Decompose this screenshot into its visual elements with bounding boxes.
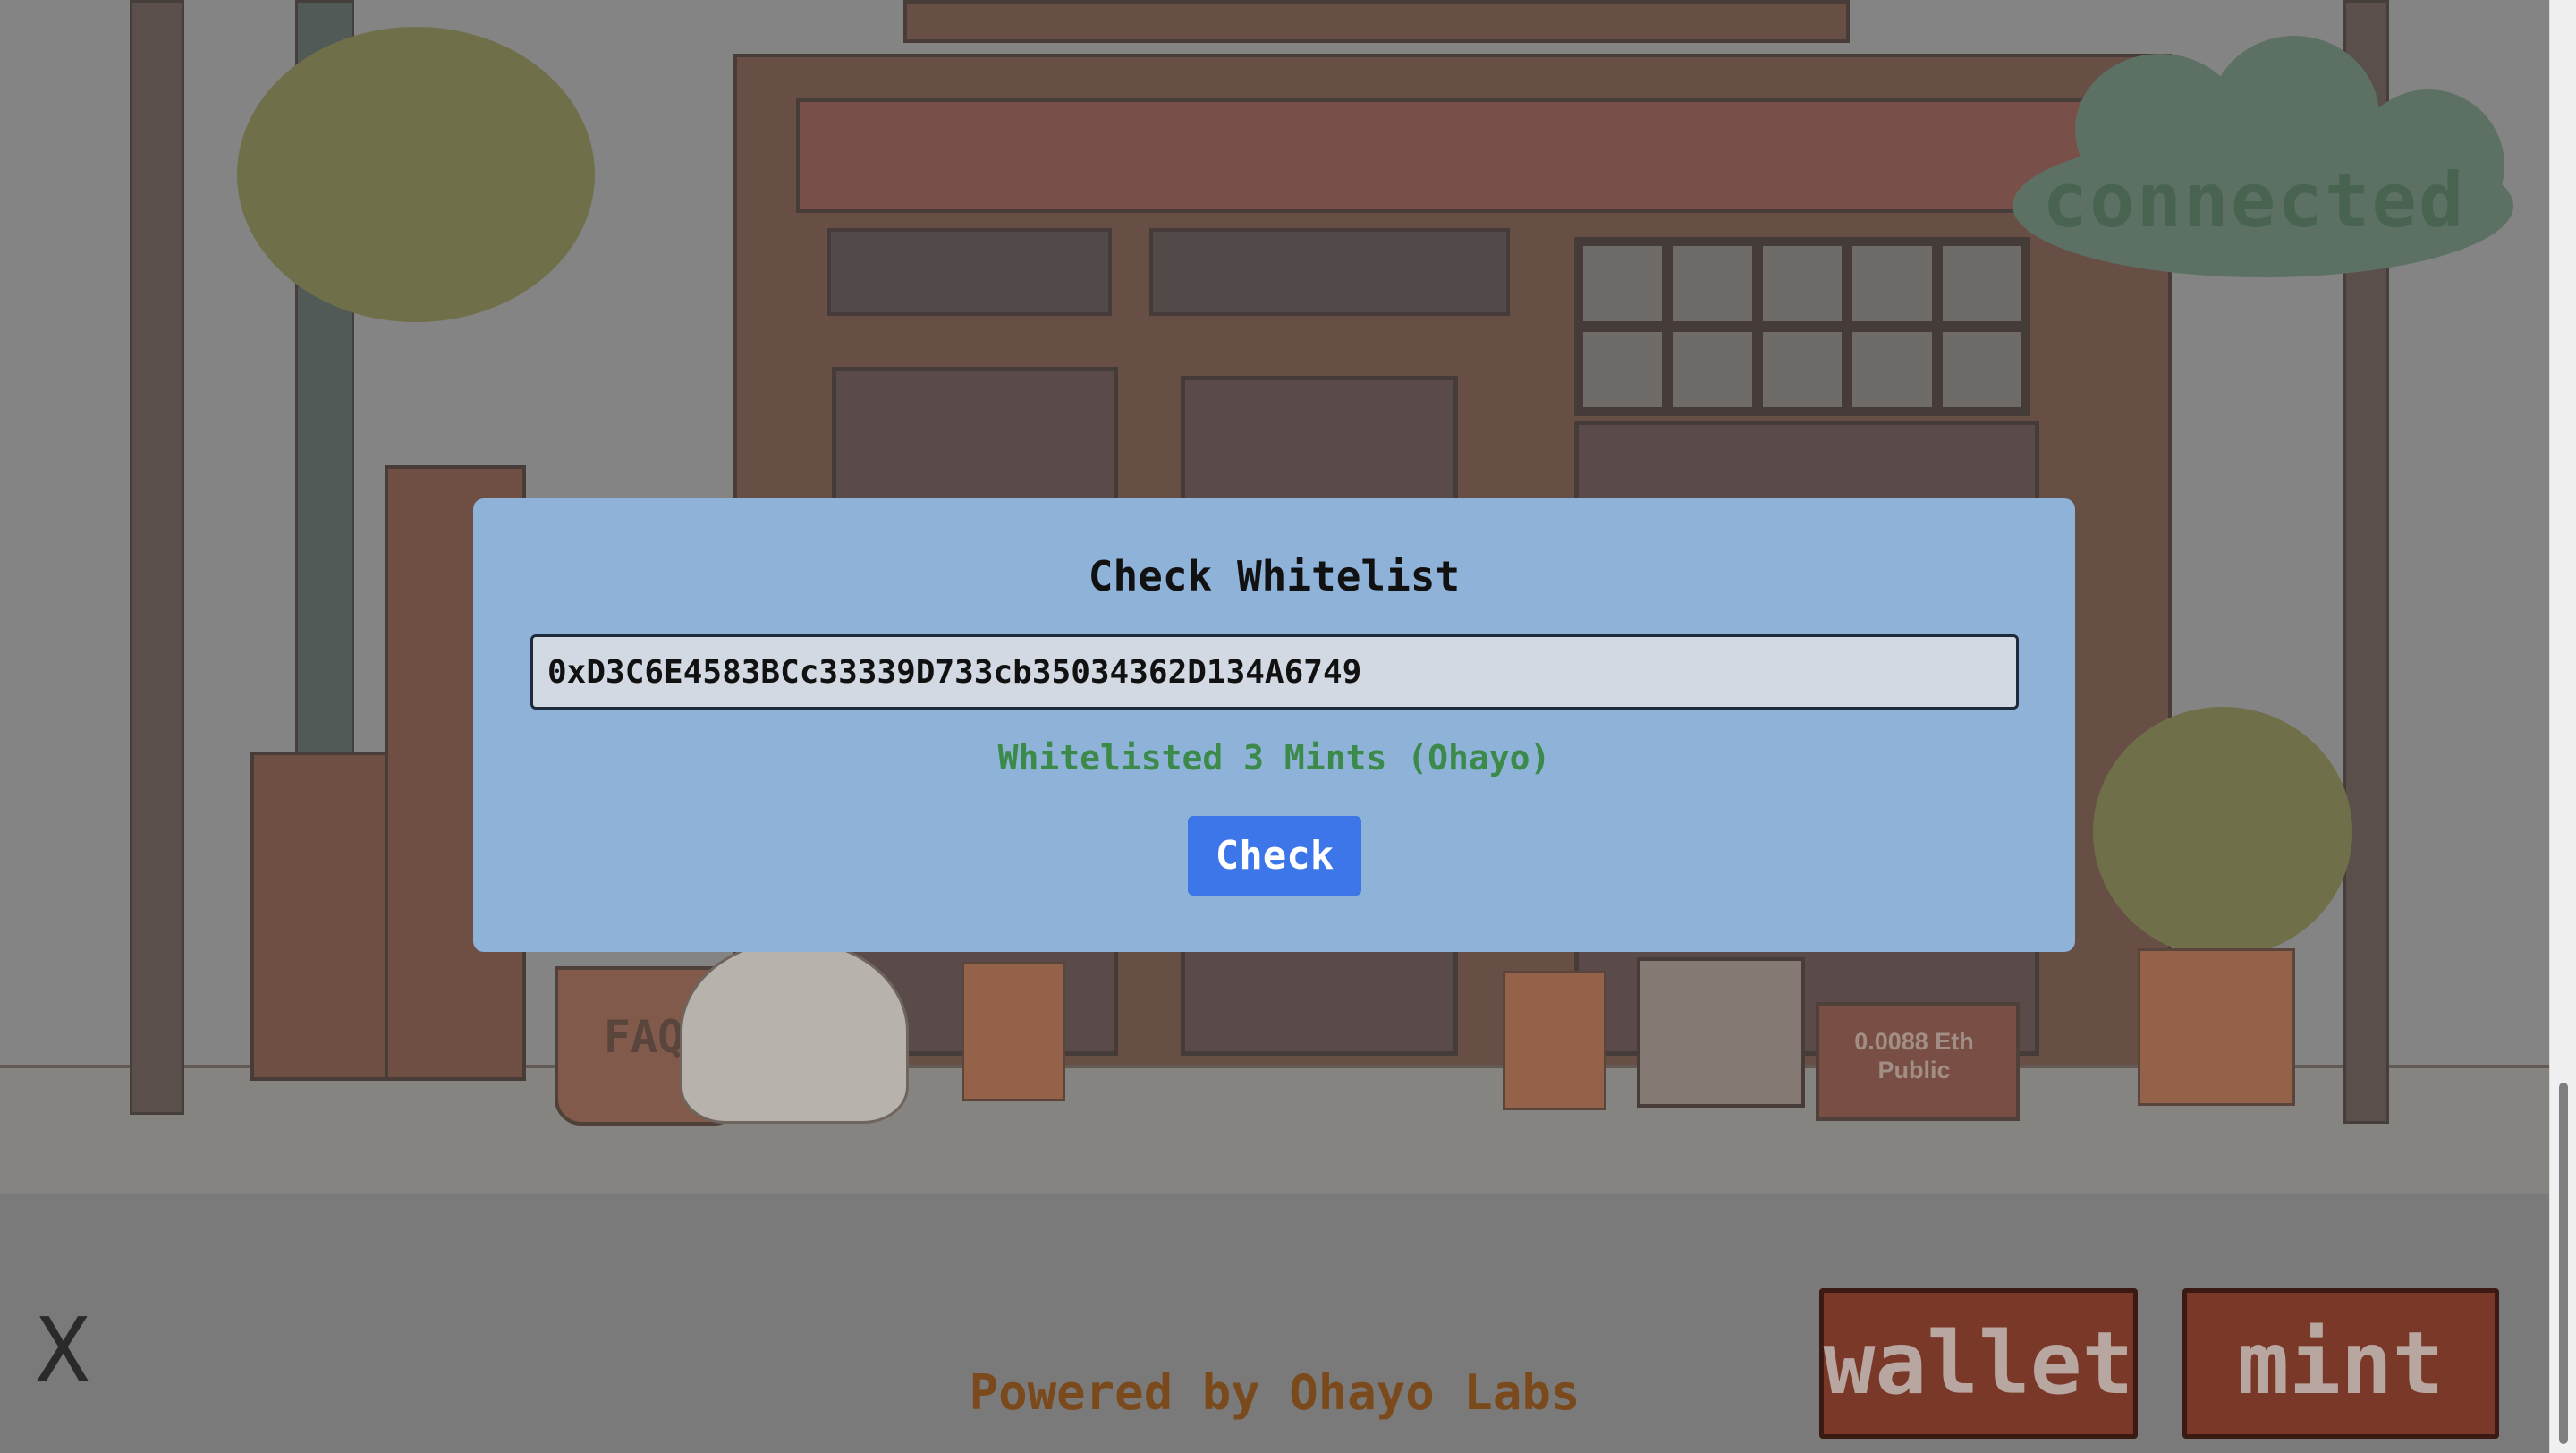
page-scrollbar[interactable] — [2549, 0, 2576, 1453]
close-icon[interactable]: X — [27, 1306, 98, 1396]
powered-by-text: Powered by Ohayo Labs — [969, 1364, 1580, 1421]
wallet-address-input[interactable] — [530, 634, 2019, 710]
wallet-button[interactable]: wallet — [1819, 1288, 2138, 1439]
scrollbar-thumb[interactable] — [2559, 1083, 2568, 1444]
whitelist-result-text: Whitelisted 3 Mints (Ohayo) — [997, 738, 1551, 777]
mint-button[interactable]: mint — [2182, 1288, 2499, 1439]
check-button[interactable]: Check — [1188, 816, 1361, 896]
modal-title: Check Whitelist — [1088, 552, 1461, 600]
whitelist-modal: Check Whitelist Whitelisted 3 Mints (Oha… — [473, 498, 2075, 952]
